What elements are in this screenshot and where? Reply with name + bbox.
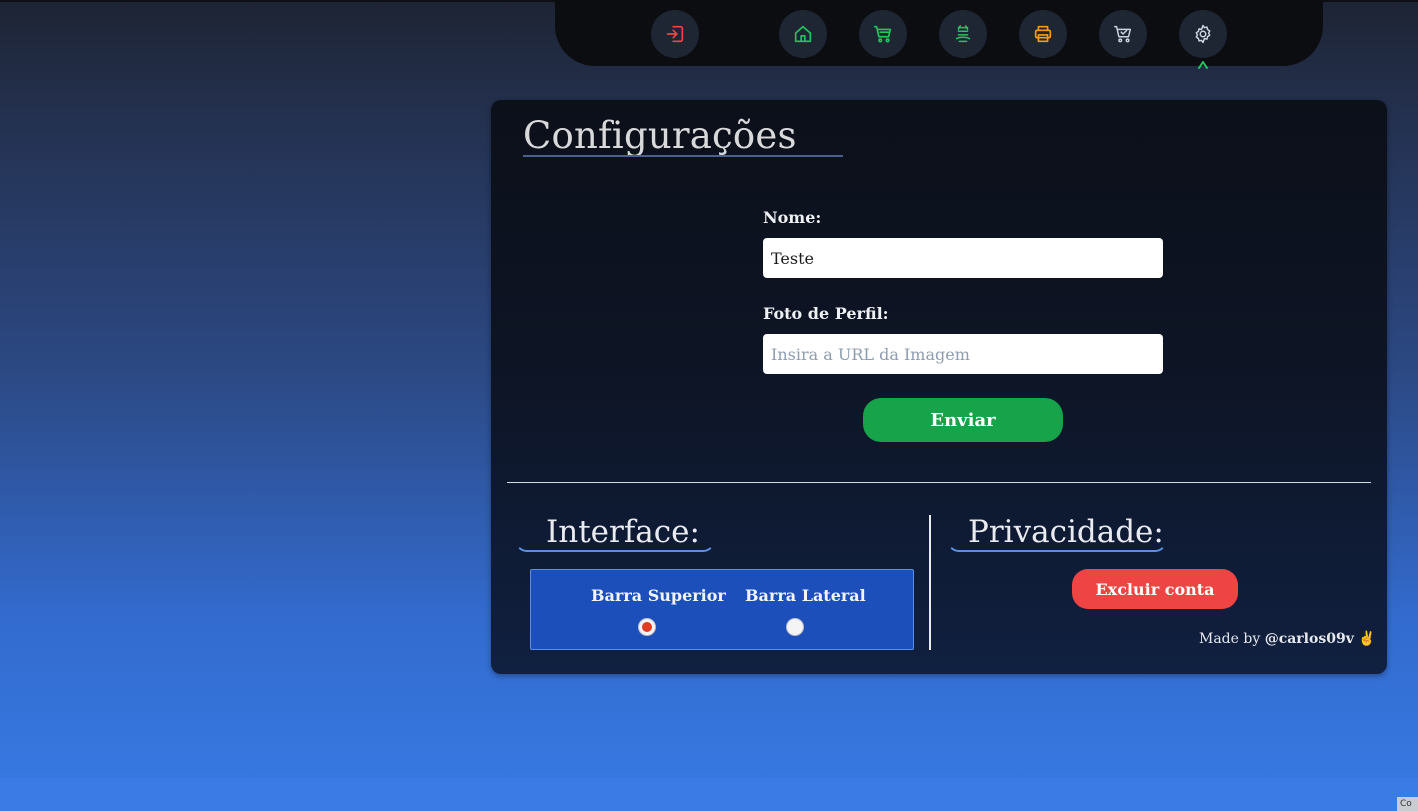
side-bar-radio[interactable]	[786, 618, 804, 636]
victory-hand-icon: ✌	[1358, 631, 1376, 647]
footer-credit: Made by @carlos09v ✌	[1199, 631, 1376, 647]
page-bottom-strip	[0, 778, 1418, 811]
name-label: Nome:	[763, 208, 822, 227]
gear-icon	[1195, 24, 1211, 44]
printer-icon	[1034, 25, 1052, 43]
vertical-divider	[929, 515, 931, 650]
cart-check-icon	[1114, 25, 1132, 43]
cart-button[interactable]	[859, 10, 907, 58]
profile-photo-label: Foto de Perfil:	[763, 304, 889, 323]
profile-photo-url-input[interactable]	[763, 334, 1163, 374]
active-tab-indicator-icon	[1198, 61, 1208, 69]
settings-panel: Configurações Nome: Foto de Perfil: Envi…	[491, 100, 1387, 674]
top-navigation-bar	[555, 0, 1323, 66]
money-button[interactable]	[939, 10, 987, 58]
page-title: Configurações	[523, 114, 797, 157]
section-divider	[507, 482, 1371, 483]
layout-option-group: Barra Superior Barra Lateral	[530, 569, 914, 650]
home-button[interactable]	[779, 10, 827, 58]
submit-button[interactable]: Enviar	[863, 398, 1063, 442]
name-input[interactable]	[763, 238, 1163, 278]
print-button[interactable]	[1019, 10, 1067, 58]
logout-button[interactable]	[651, 10, 699, 58]
cart-icon	[873, 25, 892, 43]
made-by-text: Made by	[1199, 631, 1261, 647]
side-bar-option-label: Barra Lateral	[745, 586, 866, 605]
cart-check-button[interactable]	[1099, 10, 1147, 58]
privacy-title-underline	[947, 530, 1167, 552]
title-underline	[523, 155, 843, 157]
top-bar-option-label: Barra Superior	[591, 586, 726, 605]
corner-widget: Co	[1397, 797, 1418, 811]
logout-icon	[666, 25, 684, 43]
interface-title-underline	[515, 530, 715, 552]
money-icon	[955, 25, 971, 43]
home-icon	[794, 25, 812, 43]
top-bar-radio[interactable]	[638, 618, 656, 636]
settings-button[interactable]	[1179, 10, 1227, 58]
author-handle: @carlos09v	[1264, 631, 1354, 647]
delete-account-button[interactable]: Excluir conta	[1072, 569, 1238, 609]
